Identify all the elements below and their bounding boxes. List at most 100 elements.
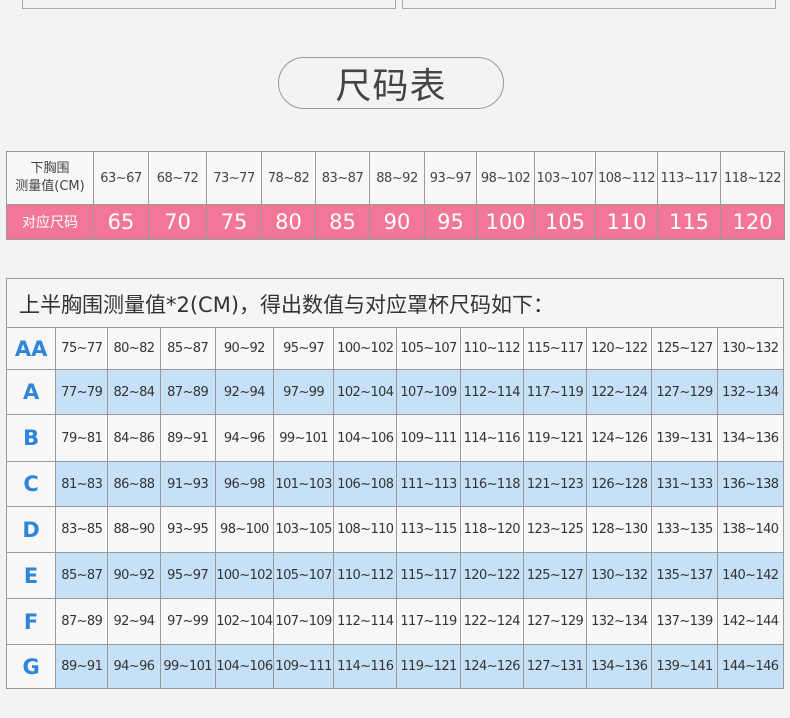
cup-row: A 77~79 82~84 87~89 92~94 97~99 102~104 107~109… xyxy=(5,369,785,415)
cup-range-cell: 132~134 xyxy=(716,369,785,415)
cup-range-cell: 93~95 xyxy=(159,506,216,553)
cup-range-cell: 133~135 xyxy=(651,506,718,553)
cup-range-cell: 99~101 xyxy=(159,644,216,689)
size-value-cell: 80 xyxy=(261,204,316,240)
cup-range-cell: 108~110 xyxy=(333,506,398,553)
cup-letter-cell: C xyxy=(5,461,57,507)
underbust-range-cell: 103~107 xyxy=(534,151,596,205)
cup-range-cell: 101~103 xyxy=(272,461,335,507)
cup-range-cell: 107~109 xyxy=(272,598,335,645)
cup-range-cell: 117~119 xyxy=(396,598,461,645)
size-value-cell: 100 xyxy=(476,204,535,240)
cup-table-heading: 上半胸围测量值*2(CM)，得出数值与对应罩杯尺码如下： xyxy=(6,278,784,328)
cup-range-cell: 94~96 xyxy=(107,644,161,689)
cup-range-cell: 136~138 xyxy=(716,461,785,507)
cup-range-cell: 117~119 xyxy=(522,369,588,415)
size-row: 对应尺码 65 70 75 80 85 90 95 100 105 110 115 120 xyxy=(6,204,785,240)
cup-range-cell: 115~117 xyxy=(522,327,588,370)
cup-range-cell: 85~87 xyxy=(159,327,216,370)
underbust-range-cell: 78~82 xyxy=(261,151,316,205)
cup-range-cell: 119~121 xyxy=(522,414,588,462)
size-value-cell: 105 xyxy=(534,204,596,240)
size-value-cell: 65 xyxy=(93,204,149,240)
cup-range-cell: 109~111 xyxy=(396,414,461,462)
underbust-range-cell: 118~122 xyxy=(720,151,785,205)
page-title: 尺码表 xyxy=(278,57,504,109)
cup-range-cell: 126~128 xyxy=(586,461,653,507)
cup-letter-cell: D xyxy=(5,506,57,553)
underbust-range-cell: 113~117 xyxy=(657,151,721,205)
cup-range-cell: 142~144 xyxy=(716,598,785,645)
cup-range-cell: 111~113 xyxy=(396,461,461,507)
cup-range-cell: 102~104 xyxy=(214,598,274,645)
cup-range-cell: 112~114 xyxy=(459,369,524,415)
underbust-range-cell: 83~87 xyxy=(315,151,370,205)
cup-range-cell: 115~117 xyxy=(396,552,461,599)
underbust-range-cell: 98~102 xyxy=(476,151,535,205)
cup-range-cell: 77~79 xyxy=(55,369,109,415)
cup-range-cell: 134~136 xyxy=(716,414,785,462)
underbust-range-cell: 63~67 xyxy=(93,151,149,205)
cup-row: F 87~89 92~94 97~99 102~104 107~109 112~114 117… xyxy=(5,598,785,645)
cup-row: AA 75~77 80~82 85~87 90~92 95~97 100~102 105~10… xyxy=(5,327,785,370)
size-value-cell: 115 xyxy=(657,204,721,240)
cup-range-cell: 85~87 xyxy=(55,552,109,599)
cup-range-cell: 95~97 xyxy=(272,327,335,370)
cup-range-cell: 121~123 xyxy=(522,461,588,507)
cup-range-cell: 140~142 xyxy=(716,552,785,599)
cup-range-cell: 127~131 xyxy=(522,644,588,689)
cup-range-cell: 105~107 xyxy=(272,552,335,599)
cup-row: G 89~91 94~96 99~101 104~106 109~111 114~116 11… xyxy=(5,644,785,689)
cup-range-cell: 97~99 xyxy=(272,369,335,415)
underbust-header-line2: 测量值(CM) xyxy=(15,179,85,194)
top-right-box xyxy=(402,0,776,9)
underbust-range-cell: 93~97 xyxy=(424,151,477,205)
cup-range-cell: 110~112 xyxy=(459,327,524,370)
cup-range-cell: 130~132 xyxy=(586,552,653,599)
cup-range-cell: 125~127 xyxy=(522,552,588,599)
cup-range-cell: 122~124 xyxy=(459,598,524,645)
cup-letter-cell: B xyxy=(5,414,57,462)
size-value-cell: 85 xyxy=(315,204,370,240)
cup-range-cell: 127~129 xyxy=(522,598,588,645)
cup-range-cell: 84~86 xyxy=(107,414,161,462)
cup-range-cell: 97~99 xyxy=(159,598,216,645)
cup-range-cell: 123~125 xyxy=(522,506,588,553)
cup-range-cell: 139~141 xyxy=(651,644,718,689)
cup-range-cell: 125~127 xyxy=(651,327,718,370)
underbust-range-cell: 73~77 xyxy=(206,151,262,205)
cup-range-cell: 114~116 xyxy=(333,644,398,689)
cup-range-cell: 128~130 xyxy=(586,506,653,553)
cup-range-cell: 83~85 xyxy=(55,506,109,553)
cup-letter-cell: AA xyxy=(5,327,57,370)
size-value-cell: 70 xyxy=(148,204,207,240)
cup-range-cell: 132~134 xyxy=(586,598,653,645)
cup-range-cell: 106~108 xyxy=(333,461,398,507)
cup-range-cell: 89~91 xyxy=(159,414,216,462)
cup-range-cell: 98~100 xyxy=(214,506,274,553)
cup-letter-cell: E xyxy=(5,552,57,599)
cup-letter-cell: A xyxy=(5,369,57,415)
cup-range-cell: 104~106 xyxy=(214,644,274,689)
cup-range-cell: 134~136 xyxy=(586,644,653,689)
cup-range-cell: 81~83 xyxy=(55,461,109,507)
cup-range-cell: 89~91 xyxy=(55,644,109,689)
cup-range-cell: 94~96 xyxy=(214,414,274,462)
cup-range-cell: 127~129 xyxy=(651,369,718,415)
cup-letter-cell: G xyxy=(5,644,57,689)
size-label-cell: 对应尺码 xyxy=(6,204,94,240)
cup-range-cell: 99~101 xyxy=(272,414,335,462)
cup-range-cell: 100~102 xyxy=(333,327,398,370)
underbust-range-cell: 68~72 xyxy=(148,151,207,205)
underbust-header-cell: 下胸围测量值(CM) xyxy=(6,151,94,205)
cup-range-cell: 120~122 xyxy=(459,552,524,599)
cup-range-cell: 86~88 xyxy=(107,461,161,507)
cup-range-cell: 130~132 xyxy=(716,327,785,370)
cup-range-cell: 102~104 xyxy=(333,369,398,415)
size-value-cell: 75 xyxy=(206,204,262,240)
cup-row: E 85~87 90~92 95~97 100~102 105~107 110~112 115… xyxy=(5,552,785,599)
underbust-header-line1: 下胸围 xyxy=(30,161,70,176)
cup-range-cell: 114~116 xyxy=(459,414,524,462)
cup-range-cell: 100~102 xyxy=(214,552,274,599)
cup-range-cell: 139~131 xyxy=(651,414,718,462)
